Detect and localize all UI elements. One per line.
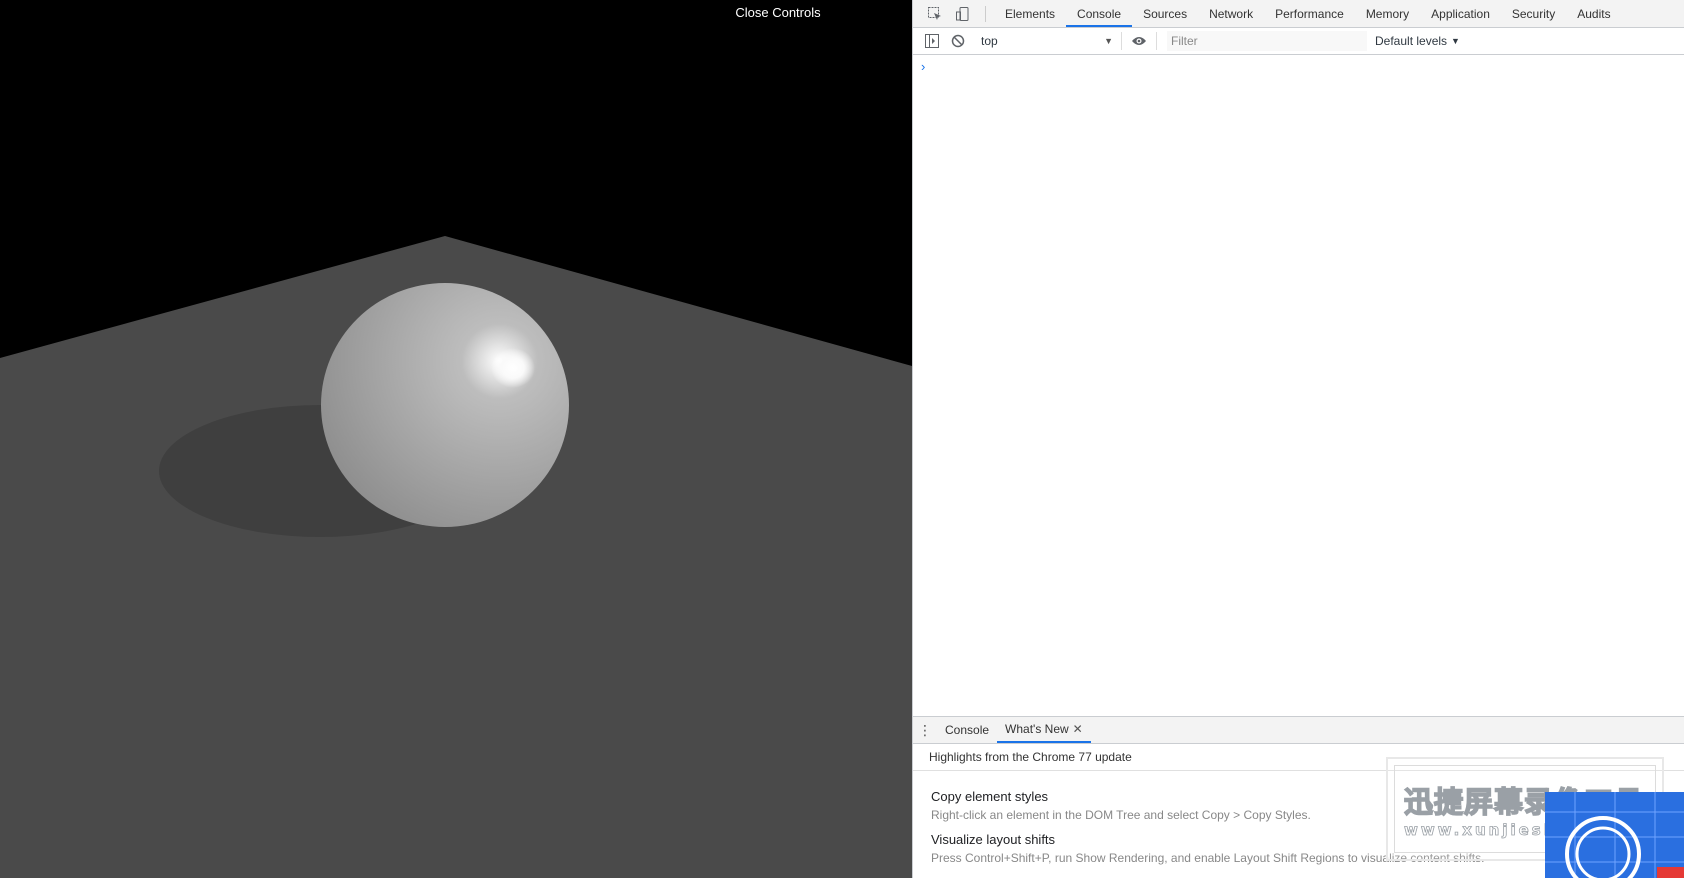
tab-performance[interactable]: Performance: [1264, 0, 1355, 27]
drawer-tab-console[interactable]: Console: [937, 717, 997, 743]
devtools-panel: Elements Console Sources Network Performance…: [912, 0, 1684, 878]
scene-canvas[interactable]: [0, 0, 912, 878]
close-controls-button[interactable]: Close Controls: [730, 3, 826, 22]
tab-application[interactable]: Application: [1420, 0, 1501, 27]
devtools-tabbar: Elements Console Sources Network Performance…: [913, 0, 1684, 28]
log-levels-label: Default levels: [1375, 34, 1448, 48]
live-expression-eye-icon[interactable]: [1126, 29, 1152, 53]
drawer-tabbar: ⋮ Console What's New ✕: [913, 716, 1684, 744]
tab-console[interactable]: Console: [1066, 0, 1133, 27]
filter-input[interactable]: [1167, 31, 1367, 51]
close-icon[interactable]: ✕: [1073, 716, 1083, 742]
tabbar-separator: [985, 6, 986, 22]
tab-audits[interactable]: Audits: [1566, 0, 1621, 27]
context-value: top: [981, 34, 998, 48]
watermark-logo-icon: [1545, 792, 1684, 878]
drawer-tab-label: Console: [945, 723, 990, 737]
devtools-tabs: Elements Console Sources Network Performance…: [994, 0, 1622, 27]
sidebar-toggle-icon[interactable]: [919, 29, 945, 53]
toolbar-separator: [1156, 32, 1157, 50]
console-output[interactable]: ›: [913, 55, 1684, 716]
log-levels-dropdown[interactable]: Default levels ▼: [1375, 34, 1460, 48]
webgl-viewport[interactable]: Close Controls: [0, 0, 912, 878]
specular-highlight: [491, 348, 535, 388]
console-toolbar: top ▼ Default levels ▼: [913, 28, 1684, 55]
tab-elements[interactable]: Elements: [994, 0, 1066, 27]
tab-network[interactable]: Network: [1198, 0, 1264, 27]
drawer-tab-label: What's New: [1005, 722, 1069, 736]
console-prompt-icon[interactable]: ›: [921, 59, 925, 74]
context-selector[interactable]: top ▼: [977, 31, 1117, 51]
inspect-element-icon[interactable]: [921, 0, 949, 27]
drawer-tabs: Console What's New ✕: [937, 717, 1091, 743]
chevron-down-icon: ▼: [1451, 36, 1460, 46]
sphere: [321, 283, 569, 527]
drawer-tab-what-s-new[interactable]: What's New ✕: [997, 717, 1091, 743]
tab-security[interactable]: Security: [1501, 0, 1566, 27]
toolbar-separator: [1121, 32, 1122, 50]
device-toolbar-icon[interactable]: [949, 0, 977, 27]
more-menu-icon[interactable]: ⋮: [913, 717, 937, 743]
tab-sources[interactable]: Sources: [1132, 0, 1198, 27]
chevron-down-icon: ▼: [1104, 36, 1113, 46]
clear-console-icon[interactable]: [945, 29, 971, 53]
tab-memory[interactable]: Memory: [1355, 0, 1420, 27]
